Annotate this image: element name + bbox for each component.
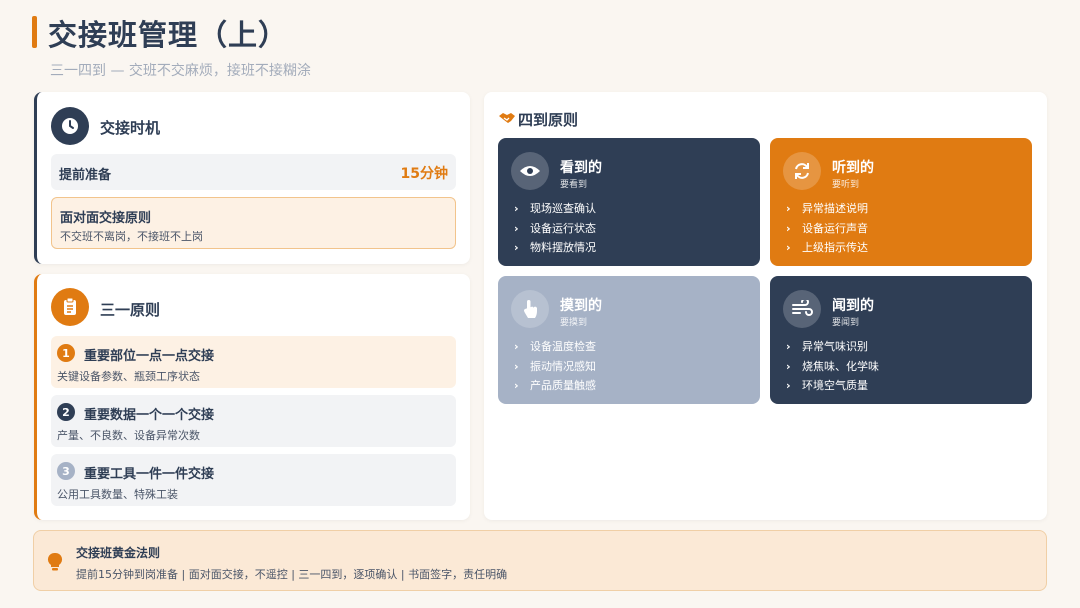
face-to-face-principle: 面对面交接原则 不交班不离岗，不接班不上岗 [51,197,456,249]
rule-desc: 产量、不良数、设备异常次数 [57,429,200,442]
rule-item-3: 3 重要工具一件一件交接 公用工具数量、特殊工装 [51,454,456,506]
list-item: › 设备运行状态 [514,219,596,239]
rule-number-badge: 1 [57,344,75,362]
tile-sub: 要看到 [560,180,588,190]
tile-name: 摸到的 [560,298,602,314]
chevron-right-icon: › [786,340,791,353]
list-item: › 振动情况感知 [514,357,596,377]
golden-rule-title: 交接班黄金法则 [76,546,161,560]
list-item: › 上级指示传达 [786,238,868,258]
eye-icon [511,152,549,190]
wind-icon [783,290,821,328]
timing-card-title: 交接时机 [100,119,161,137]
golden-rule-banner: 交接班黄金法则 提前15分钟到岗准备 | 面对面交接，不遥控 | 三一四到，逐项… [33,530,1047,591]
principle-title: 面对面交接原则 [60,211,152,226]
list-item: › 物料摆放情况 [514,238,596,258]
rule-desc: 公用工具数量、特殊工装 [57,488,178,501]
tile-name: 闻到的 [832,298,874,314]
rule-item-2: 2 重要数据一个一个交接 产量、不良数、设备异常次数 [51,395,456,447]
rule-title: 重要工具一件一件交接 [84,467,215,482]
list-item: › 设备温度检查 [514,337,596,357]
hand-pointer-icon [511,290,549,328]
chevron-right-icon: › [786,359,791,373]
tile-hear: 听到的 要听到 › 异常描述说明 › 设备运行声音 › 上级指示传达 [770,138,1032,266]
prep-value: 15分钟 [400,166,448,182]
list-item: › 产品质量触感 [514,376,596,396]
chevron-right-icon: › [514,359,519,373]
tile-name: 看到的 [560,160,602,176]
clipboard-icon [51,288,89,326]
tile-see: 看到的 要看到 › 现场巡查确认 › 设备运行状态 › 物料摆放情况 [498,138,760,266]
tile-touch: 摸到的 要摸到 › 设备温度检查 › 振动情况感知 › 产品质量触感 [498,276,760,404]
list-item: › 现场巡查确认 [514,199,596,219]
prep-label: 提前准备 [59,168,112,183]
tile-sub: 要摸到 [560,318,588,328]
chevron-right-icon: › [514,379,519,392]
page-subtitle: 三一四到 — 交班不交麻烦，接班不接糊涂 [50,63,311,79]
rule-number-badge: 3 [57,462,75,480]
list-item: › 环境空气质量 [786,376,879,396]
title-accent-bar [32,16,37,48]
rule-title: 重要部位一点一点交接 [84,349,215,364]
chevron-right-icon: › [514,340,519,353]
handshake-icon [499,113,515,123]
three-one-card: 三一原则 1 重要部位一点一点交接 关键设备参数、瓶颈工序状态 2 重要数据一个… [34,274,470,520]
tile-list: › 异常描述说明 › 设备运行声音 › 上级指示传达 [786,199,868,258]
chevron-right-icon: › [514,241,519,254]
sync-icon [783,152,821,190]
chevron-right-icon: › [786,241,791,254]
chevron-right-icon: › [514,202,519,215]
clock-icon [51,107,89,145]
rule-desc: 关键设备参数、瓶颈工序状态 [57,370,200,383]
chevron-right-icon: › [514,221,519,235]
page-title: 交接班管理（上） [48,18,289,52]
tile-list: › 设备温度检查 › 振动情况感知 › 产品质量触感 [514,337,596,396]
rule-number-badge: 2 [57,403,75,421]
list-item: › 异常气味识别 [786,337,879,357]
three-one-title: 三一原则 [100,301,161,319]
list-item: › 烧焦味、化学味 [786,357,879,377]
tile-sub: 要听到 [832,180,860,190]
timing-card: 交接时机 提前准备 15分钟 面对面交接原则 不交班不离岗，不接班不上岗 [34,92,470,264]
lightbulb-icon [47,552,63,571]
four-arrive-title: 四到原则 [518,111,579,129]
tile-sub: 要闻到 [832,318,860,328]
chevron-right-icon: › [786,221,791,235]
rule-item-1: 1 重要部位一点一点交接 关键设备参数、瓶颈工序状态 [51,336,456,388]
principle-desc: 不交班不离岗，不接班不上岗 [60,230,203,243]
golden-rule-text: 提前15分钟到岗准备 | 面对面交接，不遥控 | 三一四到，逐项确认 | 书面签… [76,568,508,581]
four-arrive-card: 四到原则 看到的 要看到 › 现场巡查确认 › 设备运行状态 › 物料摆放情况 听到的… [484,92,1047,520]
prep-row: 提前准备 15分钟 [51,154,456,190]
list-item: › 设备运行声音 [786,219,868,239]
tile-smell: 闻到的 要闻到 › 异常气味识别 › 烧焦味、化学味 › 环境空气质量 [770,276,1032,404]
tile-list: › 现场巡查确认 › 设备运行状态 › 物料摆放情况 [514,199,596,258]
list-item: › 异常描述说明 [786,199,868,219]
tile-name: 听到的 [832,160,874,176]
chevron-right-icon: › [786,379,791,392]
chevron-right-icon: › [786,202,791,215]
tile-list: › 异常气味识别 › 烧焦味、化学味 › 环境空气质量 [786,337,879,396]
rule-title: 重要数据一个一个交接 [84,408,215,423]
